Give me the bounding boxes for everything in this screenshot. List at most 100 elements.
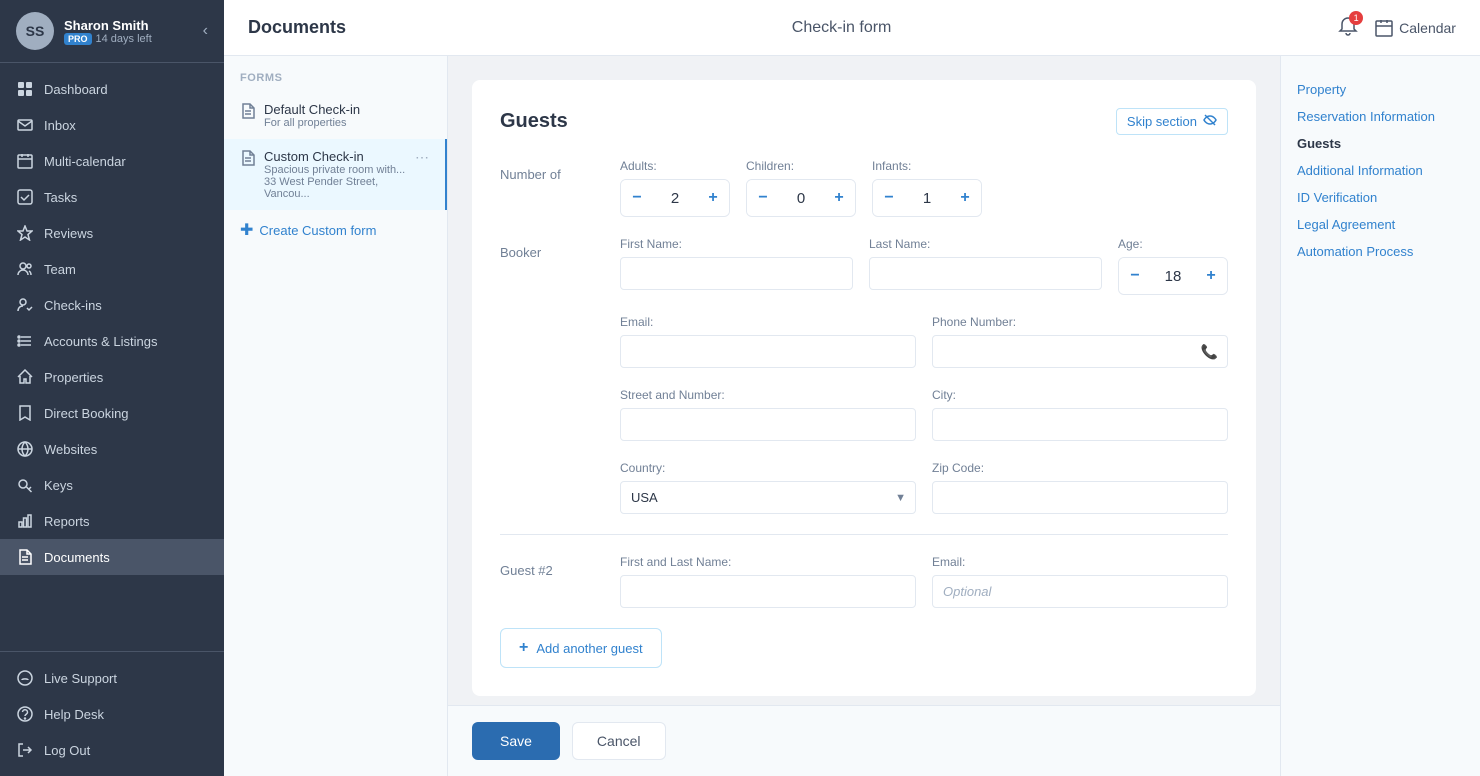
bookmark-icon <box>16 404 34 422</box>
right-nav-item-property[interactable]: Property <box>1297 76 1464 103</box>
skip-section-label: Skip section <box>1127 114 1197 129</box>
sidebar-item-help-desk[interactable]: Help Desk <box>0 696 224 732</box>
sidebar-item-team[interactable]: Team <box>0 251 224 287</box>
right-nav-item-reservation-information[interactable]: Reservation Information <box>1297 103 1464 130</box>
sidebar-item-label: Multi-calendar <box>44 154 126 169</box>
country-select[interactable]: USA Canada UK Australia <box>620 481 916 514</box>
sidebar-item-label: Live Support <box>44 671 117 686</box>
age-counter: − 18 + <box>1118 257 1228 295</box>
custom-check-in-item[interactable]: Custom Check-in Spacious private room wi… <box>224 139 447 210</box>
infants-label: Infants: <box>872 159 982 173</box>
children-counter-group: Children: − 0 + <box>746 159 856 217</box>
section-header: Guests Skip section <box>500 108 1228 135</box>
save-button[interactable]: Save <box>472 722 560 760</box>
email-input[interactable] <box>620 335 916 368</box>
infants-decrement-button[interactable]: − <box>873 180 905 216</box>
create-form-label: Create Custom form <box>259 223 376 238</box>
street-input[interactable] <box>620 408 916 441</box>
guest2-label: Guest #2 <box>500 555 600 578</box>
form-item-sub: For all properties <box>264 117 360 129</box>
phone-input[interactable] <box>932 335 1228 368</box>
sidebar-item-inbox[interactable]: Inbox <box>0 107 224 143</box>
age-label: Age: <box>1118 237 1228 251</box>
sidebar-item-direct-booking[interactable]: Direct Booking <box>0 395 224 431</box>
phone-icon: 📞 <box>1201 343 1218 360</box>
sidebar-item-live-support[interactable]: Live Support <box>0 660 224 696</box>
cancel-button[interactable]: Cancel <box>572 722 666 760</box>
check-square-icon <box>16 188 34 206</box>
calendar-button[interactable]: Calendar <box>1375 19 1456 37</box>
add-another-guest-button[interactable]: + Add another guest <box>500 628 662 668</box>
default-check-in-item[interactable]: Default Check-in For all properties <box>224 92 447 139</box>
mail-icon <box>16 116 34 134</box>
age-increment-button[interactable]: + <box>1195 258 1227 294</box>
page-title: Documents <box>248 17 346 38</box>
home-icon <box>16 368 34 386</box>
country-select-wrapper: USA Canada UK Australia ▼ <box>620 481 916 514</box>
country-label: Country: <box>620 461 916 475</box>
email-phone-fields: Email: Phone Number: 📞 <box>620 315 1228 368</box>
user-name: Sharon Smith <box>64 18 152 33</box>
right-nav-item-legal-agreement[interactable]: Legal Agreement <box>1297 211 1464 238</box>
key-icon <box>16 476 34 494</box>
sidebar-item-dashboard[interactable]: Dashboard <box>0 71 224 107</box>
sidebar-item-websites[interactable]: Websites <box>0 431 224 467</box>
notification-button[interactable]: 1 <box>1337 15 1359 40</box>
topbar: Documents Check-in form 1 Calendar <box>224 0 1480 56</box>
sidebar-item-label: Accounts & Listings <box>44 334 157 349</box>
zip-label: Zip Code: <box>932 461 1228 475</box>
skip-section-button[interactable]: Skip section <box>1116 108 1228 135</box>
right-nav-item-additional-information[interactable]: Additional Information <box>1297 157 1464 184</box>
users-icon <box>16 260 34 278</box>
sidebar-item-reviews[interactable]: Reviews <box>0 215 224 251</box>
sidebar-item-tasks[interactable]: Tasks <box>0 179 224 215</box>
last-name-label: Last Name: <box>869 237 1102 251</box>
age-decrement-button[interactable]: − <box>1119 258 1151 294</box>
forms-label: FORMS <box>224 72 447 92</box>
first-name-input[interactable] <box>620 257 853 290</box>
pro-badge: PRO <box>64 33 92 45</box>
last-name-input[interactable] <box>869 257 1102 290</box>
sidebar-item-documents[interactable]: Documents <box>0 539 224 575</box>
adults-decrement-button[interactable]: − <box>621 180 653 216</box>
sidebar-item-multi-calendar[interactable]: Multi-calendar <box>0 143 224 179</box>
zip-group: Zip Code: <box>932 461 1228 514</box>
topbar-right: 1 Calendar <box>1337 15 1456 40</box>
city-input[interactable] <box>932 408 1228 441</box>
globe-icon <box>16 440 34 458</box>
content-area: FORMS Default Check-in For all propertie… <box>224 56 1480 776</box>
right-nav-item-guests[interactable]: Guests <box>1297 130 1464 157</box>
booker-fields: First Name: Last Name: Age: − <box>620 237 1228 295</box>
create-custom-form-button[interactable]: ✚ Create Custom form <box>224 210 447 250</box>
email-label: Email: <box>620 315 916 329</box>
guest2-email-input[interactable] <box>932 575 1228 608</box>
help-circle-icon <box>16 705 34 723</box>
plus-circle-icon: ✚ <box>240 220 253 240</box>
collapse-sidebar-button[interactable]: ‹ <box>203 22 208 40</box>
infants-increment-button[interactable]: + <box>949 180 981 216</box>
sidebar-item-accounts-listings[interactable]: Accounts & Listings <box>0 323 224 359</box>
add-guest-label: Add another guest <box>536 641 642 656</box>
street-label: Street and Number: <box>620 388 916 402</box>
right-nav-item-id-verification[interactable]: ID Verification <box>1297 184 1464 211</box>
sidebar-item-reports[interactable]: Reports <box>0 503 224 539</box>
form-doc-icon <box>240 103 256 124</box>
number-of-row: Number of Adults: − 2 + <box>500 159 1228 217</box>
guest2-name-input[interactable] <box>620 575 916 608</box>
adults-increment-button[interactable]: + <box>697 180 729 216</box>
more-actions-icon[interactable]: ⋯ <box>415 149 429 166</box>
sidebar-item-label: Websites <box>44 442 97 457</box>
children-decrement-button[interactable]: − <box>747 180 779 216</box>
sidebar-item-log-out[interactable]: Log Out <box>0 732 224 768</box>
guest2-row: Guest #2 First and Last Name: Email: <box>500 555 1228 608</box>
right-nav-item-automation-process[interactable]: Automation Process <box>1297 238 1464 265</box>
zip-input[interactable] <box>932 481 1228 514</box>
sidebar-item-properties[interactable]: Properties <box>0 359 224 395</box>
center-title: Check-in form <box>792 19 892 37</box>
children-increment-button[interactable]: + <box>823 180 855 216</box>
sidebar-item-keys[interactable]: Keys <box>0 467 224 503</box>
sidebar-item-label: Dashboard <box>44 82 108 97</box>
sidebar-item-check-ins[interactable]: Check-ins <box>0 287 224 323</box>
first-name-group: First Name: <box>620 237 853 295</box>
street-city-fields: Street and Number: City: <box>620 388 1228 441</box>
